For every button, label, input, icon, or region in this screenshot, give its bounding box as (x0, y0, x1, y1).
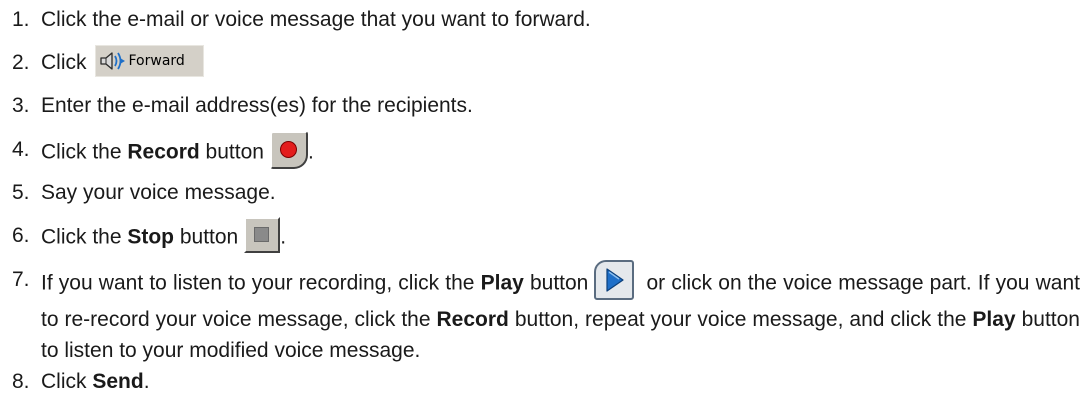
record-label: Record (127, 140, 200, 164)
step-text: Say your voice message. (41, 181, 276, 204)
step-text: Click the (41, 140, 128, 164)
stop-icon (254, 227, 270, 242)
record-label: Record (436, 308, 509, 331)
step-number: 1. (12, 8, 30, 31)
record-icon (279, 141, 297, 158)
step-text: button (199, 140, 264, 164)
step-number: 2. (12, 51, 30, 74)
play-label: Play (480, 271, 524, 295)
forward-button[interactable]: Forward (94, 45, 204, 78)
step-text: button (523, 271, 589, 295)
step-text: Click the e-mail or voice message that y… (41, 8, 591, 31)
step-number: 5. (12, 181, 30, 204)
step-text: . (280, 225, 287, 249)
step-text: . (307, 140, 314, 164)
play-label: Play (972, 308, 1016, 331)
step-text: Click the (41, 225, 128, 249)
speaker-forward-icon (99, 52, 125, 71)
step-text: Enter the e-mail address(es) for the rec… (41, 94, 473, 117)
step-text: If you want to listen to your recording,… (41, 271, 481, 295)
stop-label: Stop (127, 225, 175, 249)
step-text: Click (41, 370, 93, 393)
record-button[interactable] (269, 131, 308, 169)
step-number: 6. (12, 224, 30, 247)
play-button[interactable] (594, 260, 635, 300)
step-text: Click (41, 51, 87, 74)
step-number: 8. (12, 370, 30, 393)
step-text: . (143, 370, 150, 393)
step-number: 3. (12, 94, 30, 117)
step-text: button, repeat your voice message, and c… (508, 308, 973, 331)
step-text: button (174, 225, 239, 249)
step-number: 7. (12, 268, 30, 291)
forward-button-label: Forward (128, 53, 185, 70)
play-icon (606, 268, 624, 292)
send-label: Send (92, 370, 144, 393)
step-number: 4. (12, 138, 30, 161)
stop-button[interactable] (244, 217, 281, 253)
